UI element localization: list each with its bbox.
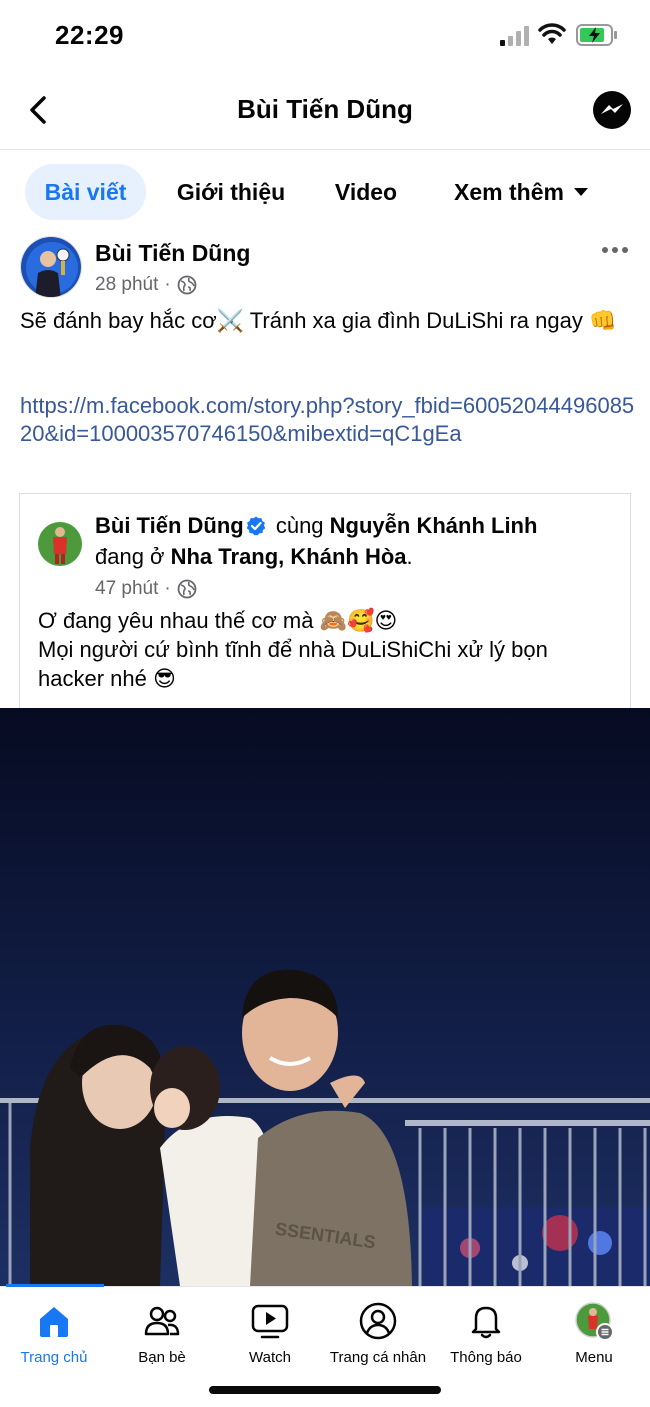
shared-author-name[interactable]: Bùi Tiến Dũng: [95, 513, 244, 538]
signal-icon: [500, 26, 529, 46]
avatar-image: [21, 237, 81, 297]
location-link[interactable]: Nha Trang, Khánh Hòa: [171, 544, 407, 569]
profile-icon: [359, 1302, 397, 1340]
nav-friends[interactable]: Bạn bè: [108, 1299, 216, 1379]
profile-tabs: Bài viết Giới thiệu Video Xem thêm: [0, 160, 650, 224]
post-author-name[interactable]: Bùi Tiến Dũng: [95, 240, 250, 267]
nav-home[interactable]: Trang chủ: [0, 1299, 108, 1379]
tab-video[interactable]: Video: [318, 164, 414, 220]
post-meta: 28 phút ·: [95, 274, 197, 296]
menu-avatar-icon: [575, 1302, 614, 1341]
home-indicator: [209, 1386, 441, 1394]
nav-profile[interactable]: Trang cá nhân: [324, 1299, 432, 1379]
shared-post-heading: Bùi Tiến Dũng cùng Nguyễn Khánh Linh đan…: [95, 510, 615, 572]
heading-period: .: [406, 544, 413, 569]
friends-icon: [144, 1306, 180, 1336]
tab-see-more[interactable]: Xem thêm: [436, 164, 606, 220]
avatar-image: [38, 522, 82, 566]
shared-post-card[interactable]: Bùi Tiến Dũng cùng Nguyễn Khánh Linh đan…: [19, 493, 631, 713]
meta-separator: ·: [164, 578, 171, 599]
nav-menu[interactable]: Menu: [540, 1299, 648, 1379]
page-title: Bùi Tiến Dũng: [237, 94, 413, 124]
status-time: 22:29: [55, 20, 124, 50]
post-time[interactable]: 28 phút: [95, 274, 158, 296]
caret-down-icon: [573, 188, 588, 197]
shared-post-text: Ơ đang yêu nhau thế cơ mà 🙈🥰😍 Mọi người …: [38, 606, 618, 693]
globe-icon: [177, 275, 197, 295]
shared-post-meta: 47 phút ·: [95, 578, 197, 600]
watch-icon: [251, 1304, 289, 1339]
meta-separator: ·: [164, 274, 171, 295]
tab-label: Video: [334, 179, 398, 205]
shared-text-line: Ơ đang yêu nhau thế cơ mà 🙈🥰😍: [38, 608, 398, 633]
wifi-icon: [538, 23, 566, 44]
post-photo[interactable]: SSENTIALS: [0, 708, 650, 1286]
more-options-icon[interactable]: [600, 238, 630, 262]
avatar[interactable]: [20, 236, 82, 298]
nav-label: Menu: [575, 1349, 613, 1366]
tab-label: Xem thêm: [454, 179, 564, 205]
post-text: Sẽ đánh bay hắc cơ⚔️ Tránh xa gia đình D…: [20, 308, 617, 333]
shared-text-line: Mọi người cứ bình tĩnh để nhà DuLiShiChi…: [38, 637, 548, 691]
home-icon: [40, 1307, 68, 1337]
status-bar: 22:29: [0, 0, 650, 70]
messenger-icon[interactable]: [592, 90, 632, 130]
nav-watch[interactable]: Watch: [216, 1299, 324, 1379]
active-tab-indicator: [6, 1284, 104, 1287]
family-photo-image: SSENTIALS: [0, 708, 650, 1286]
battery-icon: [576, 24, 617, 46]
tab-label: Bài viết: [44, 179, 127, 205]
bell-icon: [471, 1306, 501, 1339]
globe-icon: [177, 579, 197, 599]
shared-post-time[interactable]: 47 phút: [95, 578, 158, 600]
tagged-person[interactable]: Nguyễn Khánh Linh: [330, 513, 538, 538]
tab-about[interactable]: Giới thiệu: [163, 164, 299, 220]
verified-badge-icon: [246, 516, 266, 536]
tab-posts[interactable]: Bài viết: [25, 164, 146, 220]
avatar[interactable]: [38, 522, 82, 566]
profile-header: Bùi Tiến Dũng: [0, 78, 650, 150]
nav-notifications[interactable]: Thông báo: [432, 1299, 540, 1379]
post-link[interactable]: https://m.facebook.com/story.php?story_f…: [20, 392, 635, 448]
at-word: đang ở: [95, 544, 165, 569]
tab-label: Giới thiệu: [176, 179, 286, 205]
with-word: cùng: [275, 513, 324, 538]
